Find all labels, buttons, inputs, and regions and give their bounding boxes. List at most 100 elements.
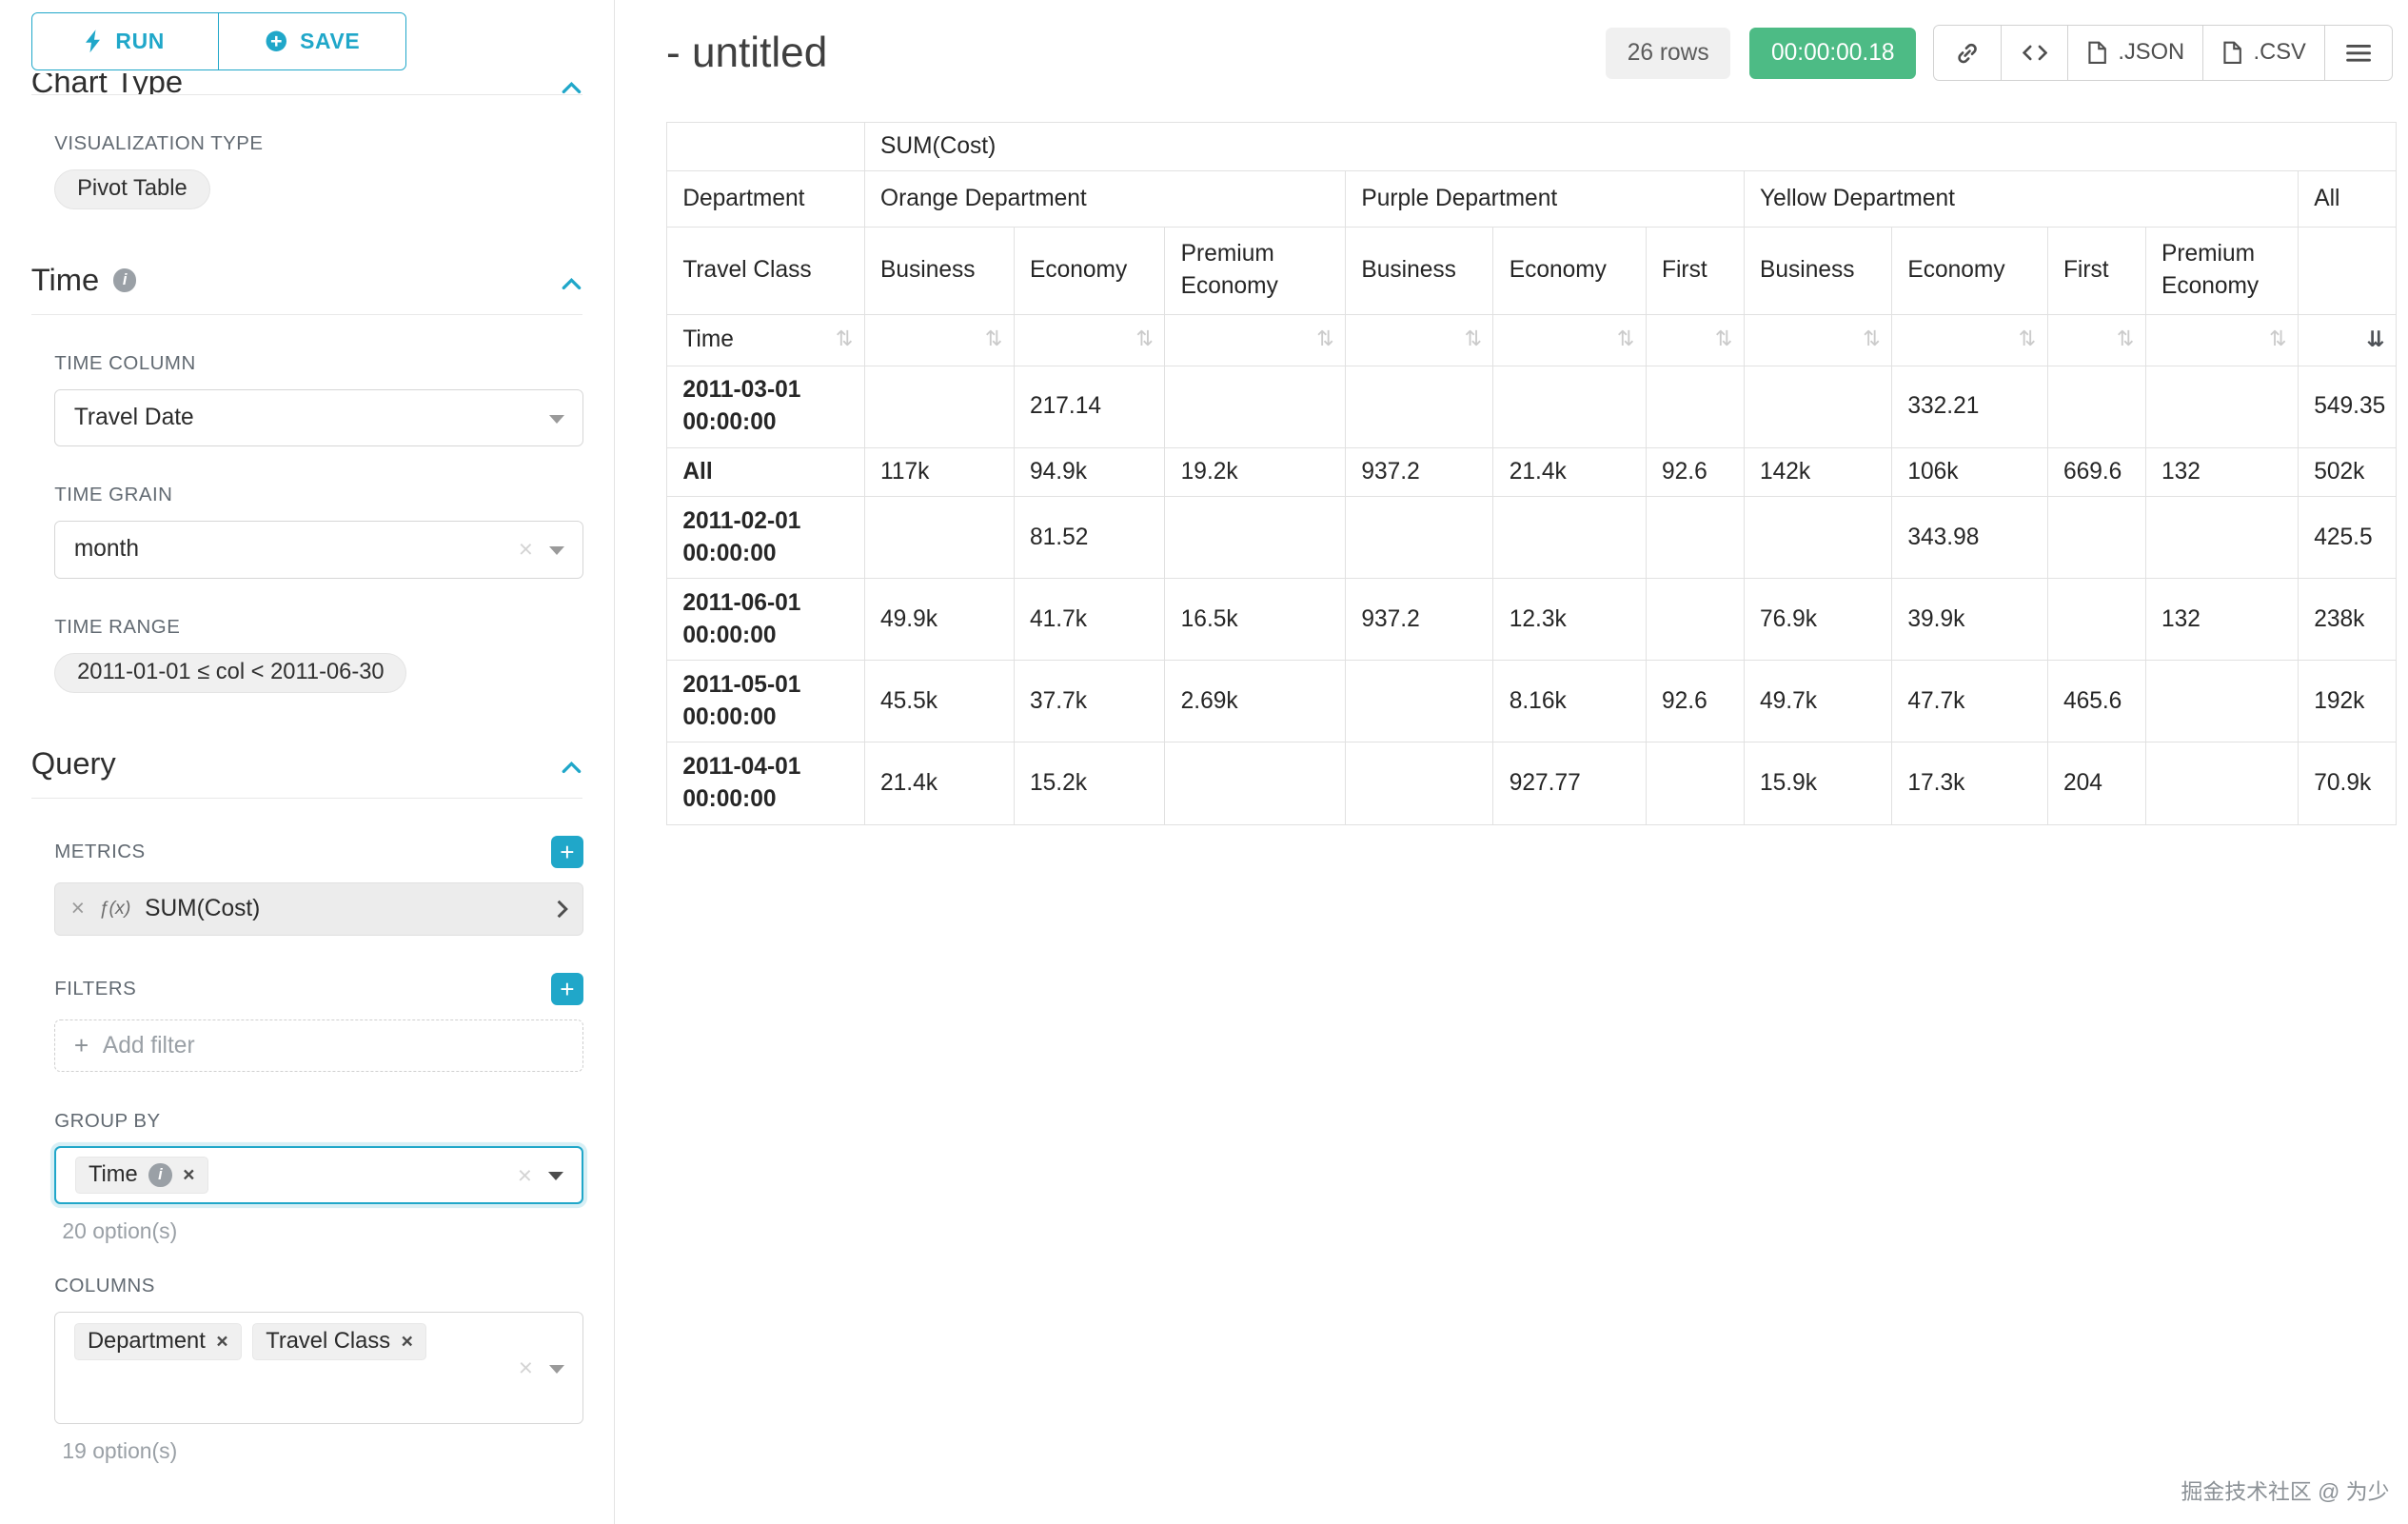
columns-tag-travel-class[interactable]: Travel Class × — [252, 1323, 427, 1361]
time-range-value[interactable]: 2011-01-01 ≤ col < 2011-06-30 — [54, 652, 407, 693]
clear-icon[interactable]: × — [519, 535, 533, 564]
run-button[interactable]: RUN — [30, 12, 220, 70]
pivot-value-cell — [2144, 742, 2299, 825]
sort-icon[interactable]: ⇅ — [1135, 324, 1154, 356]
sort-icon[interactable]: ⇅ — [2269, 324, 2287, 356]
embed-code-button[interactable] — [2000, 25, 2069, 82]
sort-icon[interactable]: ⇅ — [1316, 324, 1334, 356]
columns-select[interactable]: Department × Travel Class × × — [54, 1312, 584, 1424]
metric-option[interactable]: × ƒ(x) SUM(Cost) — [54, 881, 584, 936]
pivot-row: All 117k 94.9k 19.2k 937.2 21.4k 92.6 142k 106k 6… — [665, 446, 2397, 498]
chevron-up-icon[interactable] — [561, 745, 582, 782]
plus-circle-icon — [265, 30, 288, 53]
add-metric-button[interactable]: + — [550, 835, 584, 869]
chevron-down-icon[interactable] — [547, 1172, 563, 1180]
export-json-button[interactable]: .JSON — [2067, 25, 2204, 82]
pivot-row: 2011-05-01 00:00:00 45.5k 37.7k 2.69k 8.16k 9… — [665, 660, 2397, 743]
sort-icon[interactable]: ⇅ — [1617, 324, 1635, 356]
function-icon: ƒ(x) — [98, 898, 131, 920]
pivot-value-cell — [1645, 496, 1745, 580]
sort-icon[interactable]: ⇅ — [1464, 324, 1482, 356]
time-grain-control: TIME GRAIN month × — [54, 484, 584, 579]
group-by-control: GROUP BY Time i × × 20 option(s) — [54, 1109, 584, 1244]
chart-type-heading: Chart Type — [30, 72, 184, 95]
pivot-value-cell: 8.16k — [1492, 660, 1647, 743]
pivot-table: SUM(Cost) Department Orange Department Purp… — [665, 121, 2397, 825]
chart-type-section-header[interactable]: Chart Type — [30, 72, 583, 95]
pivot-value-cell: 45.5k — [863, 660, 1015, 743]
pivot-value-cell — [1645, 365, 1745, 448]
group-by-label: GROUP BY — [54, 1109, 161, 1132]
sort-icon[interactable]: ⇅ — [1863, 324, 1881, 356]
sort-icon[interactable]: ⇅ — [2117, 324, 2135, 356]
pivot-value-cell — [1492, 496, 1647, 580]
pivot-value-cell: 132 — [2144, 446, 2299, 498]
pivot-value-cell — [1645, 742, 1745, 825]
save-button[interactable]: SAVE — [217, 12, 406, 70]
pivot-value-cell: 465.6 — [2046, 660, 2146, 743]
pivot-value-cell — [1743, 496, 1893, 580]
pivot-sort-cell: ⇅ — [1645, 313, 1745, 366]
sort-icon[interactable]: ⇅ — [836, 324, 854, 356]
pivot-col-header — [2297, 227, 2397, 315]
chart-title[interactable]: - untitled — [666, 30, 827, 77]
add-filter-button[interactable]: + Add filter — [54, 1019, 584, 1073]
info-icon[interactable]: i — [112, 268, 137, 292]
pivot-value-cell: 927.77 — [1492, 742, 1647, 825]
query-section-title: Query — [30, 745, 116, 782]
pivot-value-cell: 76.9k — [1743, 578, 1893, 662]
pivot-value-cell: 92.6 — [1645, 446, 1745, 498]
viz-type-value[interactable]: Pivot Table — [54, 168, 210, 209]
pivot-value-cell: 17.3k — [1891, 742, 2048, 825]
pivot-value-cell: 142k — [1743, 446, 1893, 498]
query-section-header: Query — [30, 745, 583, 799]
pivot-value-cell: 937.2 — [1345, 446, 1494, 498]
time-grain-select[interactable]: month × — [54, 521, 584, 579]
clear-icon[interactable]: × — [518, 1160, 532, 1190]
pivot-sort-cell: ⇅ — [1013, 313, 1166, 366]
time-column-select[interactable]: Travel Date — [54, 388, 584, 447]
info-icon[interactable]: i — [148, 1163, 172, 1187]
chevron-down-icon — [548, 1364, 564, 1374]
export-csv-button[interactable]: .CSV — [2202, 25, 2326, 82]
pivot-col-header: Economy — [1891, 227, 2048, 315]
sort-icon[interactable]: ⇅ — [2019, 324, 2037, 356]
viz-type-control: VISUALIZATION TYPE Pivot Table — [54, 132, 583, 209]
columns-tag-department[interactable]: Department × — [73, 1323, 242, 1361]
menu-icon — [2345, 44, 2371, 63]
export-button-group: .JSON .CSV — [1933, 25, 2393, 82]
metrics-control: METRICS + × ƒ(x) SUM(Cost) — [54, 835, 584, 936]
pivot-value-cell — [1345, 365, 1494, 448]
file-icon — [2222, 41, 2242, 65]
pivot-axis-department: Department — [665, 170, 865, 228]
pivot-sort-cell: ⇊ — [2297, 313, 2397, 366]
chevron-up-icon[interactable] — [561, 73, 582, 94]
filters-label: FILTERS — [54, 977, 137, 1000]
remove-metric-icon[interactable]: × — [71, 896, 85, 922]
remove-tag-icon[interactable]: × — [183, 1163, 194, 1187]
pivot-sort-cell: ⇅ — [1345, 313, 1494, 366]
chevron-up-icon[interactable] — [561, 262, 582, 298]
group-by-tag[interactable]: Time i × — [74, 1157, 208, 1195]
pivot-value-cell: 39.9k — [1891, 578, 2048, 662]
group-by-select[interactable]: Time i × × — [54, 1146, 584, 1204]
menu-button[interactable] — [2323, 25, 2393, 82]
time-range-control: TIME RANGE 2011-01-01 ≤ col < 2011-06-30 — [54, 616, 583, 693]
group-by-options-hint: 20 option(s) — [62, 1217, 178, 1243]
add-filter-icon-button[interactable]: + — [550, 972, 584, 1006]
pivot-time-label: Time — [682, 327, 734, 352]
sort-icon[interactable]: ⇊ — [2366, 324, 2384, 356]
pivot-col-header: Premium Economy — [2144, 227, 2299, 315]
sort-icon[interactable]: ⇅ — [1715, 324, 1733, 356]
sort-icon[interactable]: ⇅ — [985, 324, 1003, 356]
time-section-header: Time i — [30, 262, 583, 315]
copy-link-button[interactable] — [1933, 25, 2003, 82]
pivot-value-cell — [1164, 496, 1347, 580]
remove-tag-icon[interactable]: × — [216, 1330, 227, 1354]
pivot-col-header: First — [2046, 227, 2146, 315]
pivot-value-cell: 502k — [2297, 446, 2397, 498]
chevron-down-icon — [548, 546, 564, 555]
remove-tag-icon[interactable]: × — [402, 1330, 413, 1354]
pivot-col-header: First — [1645, 227, 1745, 315]
clear-icon[interactable]: × — [519, 1353, 533, 1382]
